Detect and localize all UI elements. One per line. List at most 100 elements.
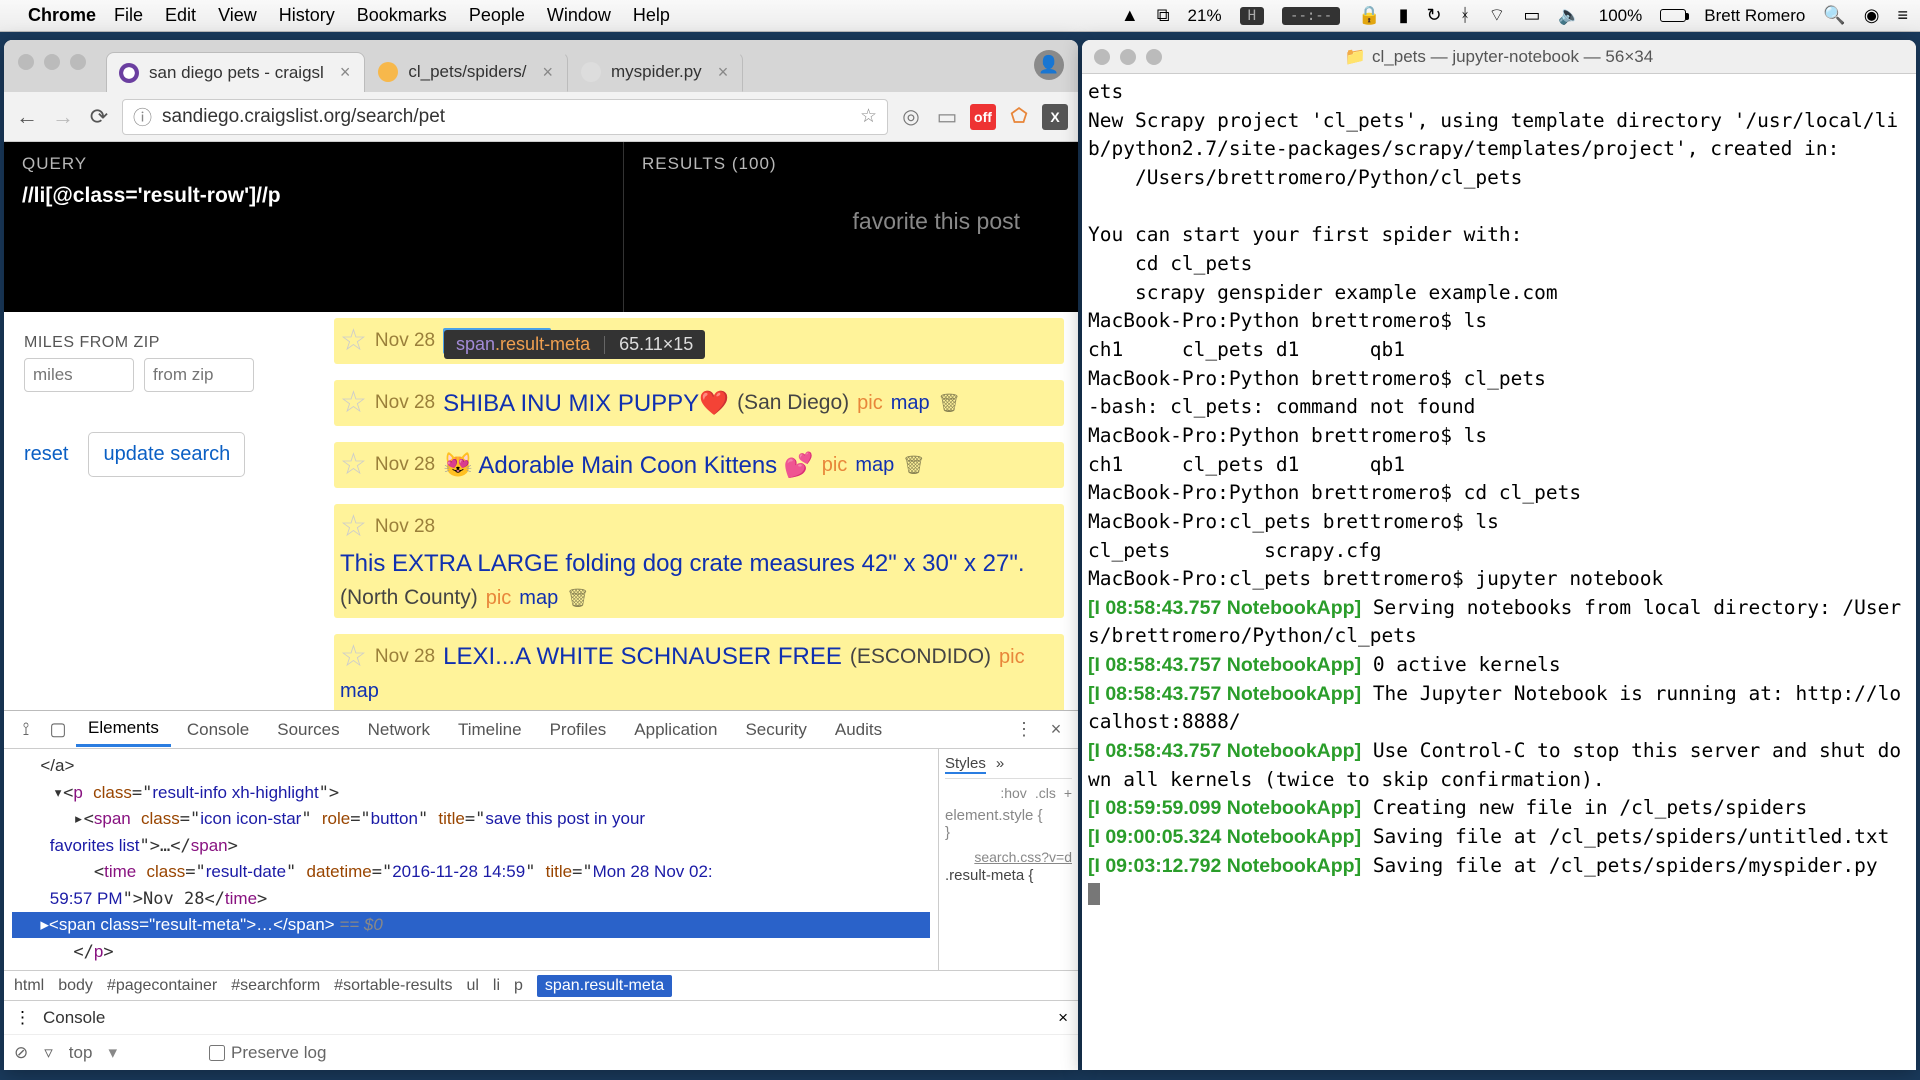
add-rule-icon[interactable]: + [1064,785,1072,801]
console-menu-icon[interactable]: ⋮ [14,1008,31,1028]
star-icon[interactable]: ☆ [340,326,367,356]
menu-people[interactable]: People [469,5,525,26]
back-button[interactable]: ← [14,104,40,130]
tab-security[interactable]: Security [733,714,818,746]
map-tag[interactable]: map [891,392,930,415]
update-search-button[interactable]: update search [88,432,245,477]
gdrive-icon[interactable]: ▲ [1121,5,1139,26]
result-row[interactable]: ☆ Nov 28 LEXI...A WHITE SCHNAUSER FREE (… [334,634,1064,710]
forward-button[interactable]: → [50,104,76,130]
airplay-icon[interactable]: ▭ [1523,5,1540,26]
crumb[interactable]: #sortable-results [334,977,452,995]
crumb[interactable]: #searchform [231,977,320,995]
crumb[interactable]: p [514,977,523,995]
close-icon[interactable] [1094,49,1110,65]
star-icon[interactable]: ☆ [340,388,367,418]
crumb[interactable]: li [493,977,500,995]
wifi-icon[interactable]: ⌔ [1488,4,1505,27]
console-label[interactable]: Console [43,1008,105,1028]
hide-icon[interactable]: 🗑 [938,393,961,414]
harvest-time[interactable]: --:-- [1282,7,1340,25]
url-input[interactable]: ⓘ sandiego.craigslist.org/search/pet ☆ [122,99,888,135]
dom-tree[interactable]: </a> ▾<p class="result-info xh-highlight… [4,749,938,970]
menu-file[interactable]: File [114,5,143,26]
extension-off-icon[interactable]: off [970,104,996,130]
style-rule2[interactable]: .result-meta { [945,867,1072,884]
menu-view[interactable]: View [218,5,257,26]
tab-application[interactable]: Application [622,714,729,746]
device-icon[interactable]: ▢ [44,719,72,740]
tab-close-icon[interactable]: × [340,62,351,83]
console-close-icon[interactable]: × [1058,1008,1068,1028]
close-icon[interactable] [18,54,34,70]
tab-myspider[interactable]: myspider.py × [568,52,743,92]
styles-more-icon[interactable]: » [996,755,1004,774]
dropbox-icon[interactable]: ⧉ [1157,5,1170,26]
page-info-icon[interactable]: ◎ [898,104,924,130]
menu-window[interactable]: Window [547,5,611,26]
window-controls[interactable] [18,54,86,70]
profile-avatar[interactable]: 👤 [1034,50,1064,80]
inspect-icon[interactable]: ⟟ [12,719,40,740]
result-title[interactable]: SHIBA INU MIX PUPPY❤️ [443,389,729,418]
extension-x-icon[interactable]: X [1042,104,1068,130]
extension-5-icon[interactable]: ⬠ [1006,104,1032,130]
filter-icon[interactable]: ▿ [44,1043,53,1063]
terminal-output[interactable]: ets New Scrapy project 'cl_pets', using … [1082,74,1916,1070]
tab-audits[interactable]: Audits [823,714,894,746]
hov-toggle[interactable]: :hov [1000,785,1026,801]
tab-profiles[interactable]: Profiles [538,714,619,746]
volume-icon[interactable]: 🔈 [1558,5,1580,26]
timemachine-icon[interactable]: ↻ [1427,5,1442,26]
hide-icon[interactable]: 🗑 [902,455,925,476]
star-icon[interactable]: ☆ [340,512,367,542]
lock-icon[interactable]: 🔒 [1358,5,1380,26]
map-tag[interactable]: map [855,454,894,477]
active-app[interactable]: Chrome [28,5,96,26]
cls-toggle[interactable]: .cls [1035,785,1056,801]
menu-bookmarks[interactable]: Bookmarks [357,5,447,26]
result-title[interactable]: This EXTRA LARGE folding dog crate measu… [340,550,1025,578]
context-select[interactable]: top [69,1043,93,1063]
stylesheet-link[interactable]: search.css?v=d [945,849,1072,865]
notification-icon[interactable]: ≡ [1897,5,1908,26]
tab-close-icon[interactable]: × [718,62,729,83]
reset-link[interactable]: reset [24,443,68,466]
menu-help[interactable]: Help [633,5,670,26]
tab-craigslist[interactable]: san diego pets - craigsl × [106,52,365,92]
tab-close-icon[interactable]: × [542,62,553,83]
zip-input[interactable] [144,358,254,392]
crumb[interactable]: #pagecontainer [107,977,217,995]
result-row[interactable]: ☆ Nov 28 This EXTRA LARGE folding dog cr… [334,504,1064,618]
preserve-log-checkbox[interactable]: Preserve log [209,1043,326,1063]
menu-history[interactable]: History [279,5,335,26]
minimize-icon[interactable] [1120,49,1136,65]
devtools-menu-icon[interactable]: ⋮ [1010,719,1038,740]
result-row[interactable]: ☆ Nov 28 SHIBA INU MIX PUPPY❤️ (San Dieg… [334,380,1064,426]
user-name[interactable]: Brett Romero [1704,6,1805,26]
tab-sources[interactable]: Sources [265,714,351,746]
result-title[interactable]: LEXI...A WHITE SCHNAUSER FREE [443,643,842,671]
zoom-icon[interactable] [70,54,86,70]
reload-button[interactable]: ⟳ [86,104,112,130]
crumb[interactable]: html [14,977,44,995]
devtools-close-icon[interactable]: × [1042,719,1070,740]
evernote-icon[interactable]: ▮ [1399,5,1409,26]
terminal-titlebar[interactable]: 📁 cl_pets — jupyter-notebook — 56×34 [1082,40,1916,74]
result-row[interactable]: ☆ Nov 28 😻 Adorable Main Coon Kittens 💕 … [334,442,1064,488]
clear-console-icon[interactable]: ⊘ [14,1043,28,1063]
star-icon[interactable]: ☆ [340,642,367,672]
extension-icon[interactable]: ▭ [934,104,960,130]
map-tag[interactable]: map [519,587,558,610]
style-rule[interactable]: element.style { [945,807,1072,824]
bluetooth-icon[interactable]: ᚼ [1460,5,1471,26]
crumb-selected[interactable]: span.result-meta [537,975,672,997]
battery-icon[interactable] [1660,9,1686,22]
tab-elements[interactable]: Elements [76,712,171,747]
harvest-icon[interactable]: H [1240,7,1264,25]
tab-network[interactable]: Network [356,714,442,746]
spotlight-icon[interactable]: 🔍 [1823,5,1845,26]
siri-icon[interactable]: ◉ [1864,5,1880,26]
crumb[interactable]: ul [466,977,478,995]
zoom-icon[interactable] [1146,49,1162,65]
